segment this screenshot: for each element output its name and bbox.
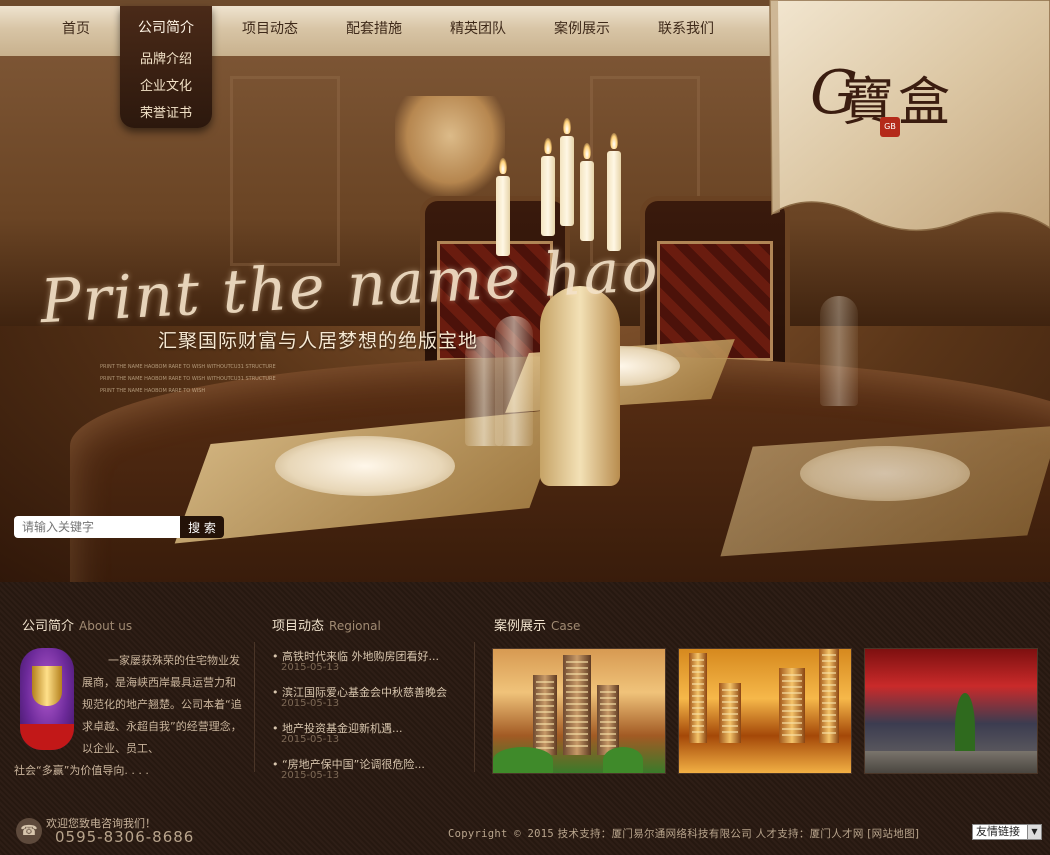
about-text-body: 一家屡获殊荣的住宅物业发展商，是海峡西岸最具运营力和规范化的地产翘楚。公司本着“… [82, 654, 242, 755]
about-trophy-image [20, 648, 74, 750]
nav-item-label: 项目动态 [242, 21, 298, 37]
search-bar: 搜 索 [14, 516, 224, 538]
candelabra [540, 286, 620, 486]
news-item: • 高铁时代来临 外地购房团看好... 2015-05-13 [272, 646, 472, 682]
news-title-en: Regional [329, 619, 381, 633]
nav-item-label: 联系我们 [658, 21, 714, 37]
cases-title: 案例展示 [494, 619, 547, 634]
building [563, 655, 591, 755]
wall-lamp [395, 96, 505, 196]
about-section-title: 公司简介 About us [22, 615, 132, 634]
news-item: • “房地产保中国”论调很危险... 2015-05-13 [272, 754, 472, 790]
news-item: • 滨江国际爱心基金会中秋慈善晚会 2015-05-13 [272, 682, 472, 718]
column-divider [254, 642, 255, 772]
building [779, 668, 805, 743]
candle-flame [544, 138, 552, 154]
wall-panel [230, 76, 340, 266]
candle [541, 156, 555, 236]
logo-seal: GB [880, 117, 900, 137]
cases-title-en: Case [551, 619, 581, 633]
tree [603, 747, 643, 773]
about-text-tail: 社会“多赢”为价值导向. . . . [14, 764, 149, 777]
dropdown-item-honors[interactable]: 荣誉证书 [120, 100, 212, 127]
news-section-title: 项目动态 Regional [272, 615, 381, 634]
building [719, 683, 741, 743]
candle [560, 136, 574, 226]
tree [493, 747, 553, 773]
footer-phone: 0595-8306-8686 [55, 828, 195, 846]
building [597, 685, 619, 755]
news-title: 项目动态 [272, 619, 325, 634]
tech-support-text[interactable]: 技术支持：厦门易尔通网络科技有限公司 人才支持：厦门人才网 [网站地图] [558, 828, 920, 840]
nav-item-facilities[interactable]: 配套措施 [332, 12, 416, 52]
banner-fineprint: PRINT THE NAME HAOBOM RARE TO WISH [100, 388, 206, 394]
copyright-text: Copyright © 2015 [448, 828, 554, 840]
nav-item-label: 精英团队 [450, 21, 506, 37]
news-item-date: 2015-05-13 [281, 662, 340, 673]
dinner-plate [275, 436, 455, 496]
trophy-icon [32, 666, 62, 706]
nav-item-cases[interactable]: 案例展示 [540, 12, 624, 52]
candle [580, 161, 594, 241]
news-item-date: 2015-05-13 [281, 698, 340, 709]
nav-item-label: 配套措施 [346, 21, 402, 37]
nav-item-company[interactable]: 公司简介 [120, 6, 212, 46]
nav-item-label: 首页 [62, 21, 90, 37]
candle-flame [610, 133, 618, 149]
dropdown-item-brand[interactable]: 品牌介绍 [120, 46, 212, 73]
news-item-date: 2015-05-13 [281, 770, 340, 781]
news-item: • 地产投资基金迎新机遇... 2015-05-13 [272, 718, 472, 754]
search-button[interactable]: 搜 索 [180, 516, 224, 538]
nav-item-projects[interactable]: 项目动态 [228, 12, 312, 52]
case-image-skyline[interactable] [678, 648, 852, 774]
candle-flame [563, 118, 571, 134]
building [819, 649, 839, 743]
wine-glass [820, 296, 858, 406]
friend-links-select[interactable]: 友情链接 ▼ [972, 824, 1042, 840]
cases-section-title: 案例展示 Case [494, 615, 580, 634]
candle-flame [499, 158, 507, 174]
building [689, 653, 707, 743]
wine-glass [495, 316, 533, 446]
dropdown-item-culture[interactable]: 企业文化 [120, 73, 212, 100]
nav-item-label: 案例展示 [554, 21, 610, 37]
friend-links-label: 友情链接 [976, 825, 1020, 838]
banner-tagline: 汇聚国际财富与人居梦想的绝版宝地 [158, 330, 479, 352]
content-section: 公司简介 About us 一家屡获殊荣的住宅物业发展商，是海峡西岸最具运营力和规… [0, 582, 1050, 855]
dinner-plate [800, 446, 970, 501]
news-item-date: 2015-05-13 [281, 734, 340, 745]
plaza-ground [865, 751, 1037, 773]
search-input[interactable] [14, 516, 180, 538]
banner-fineprint: PRINT THE NAME HAOBOM RARE TO WISH WITHO… [100, 376, 276, 382]
about-title: 公司简介 [22, 619, 75, 634]
phone-icon: ☎ [16, 818, 42, 844]
footer-copyright: Copyright © 2015 技术支持：厦门易尔通网络科技有限公司 人才支持… [448, 826, 919, 841]
trophy-base [20, 724, 74, 750]
nav-item-team[interactable]: 精英团队 [436, 12, 520, 52]
about-description: 一家屡获殊荣的住宅物业发展商，是海峡西岸最具运营力和规范化的地产翘楚。公司本着“… [14, 650, 242, 777]
chevron-down-icon: ▼ [1027, 825, 1041, 839]
building [533, 675, 557, 755]
column-divider [474, 642, 475, 772]
nav-item-contact[interactable]: 联系我们 [644, 12, 728, 52]
candle-flame [583, 143, 591, 159]
news-list: • 高铁时代来临 外地购房团看好... 2015-05-13 • 滨江国际爱心基… [272, 646, 472, 790]
nav-item-home[interactable]: 首页 [44, 12, 108, 52]
nav-dropdown-company: 公司简介 品牌介绍 企业文化 荣誉证书 [120, 6, 212, 128]
case-image-residential[interactable] [492, 648, 666, 774]
case-image-plaza[interactable] [864, 648, 1038, 774]
banner-fineprint: PRINT THE NAME HAOBOM RARE TO WISH WITHO… [100, 364, 276, 370]
about-title-en: About us [79, 619, 133, 633]
